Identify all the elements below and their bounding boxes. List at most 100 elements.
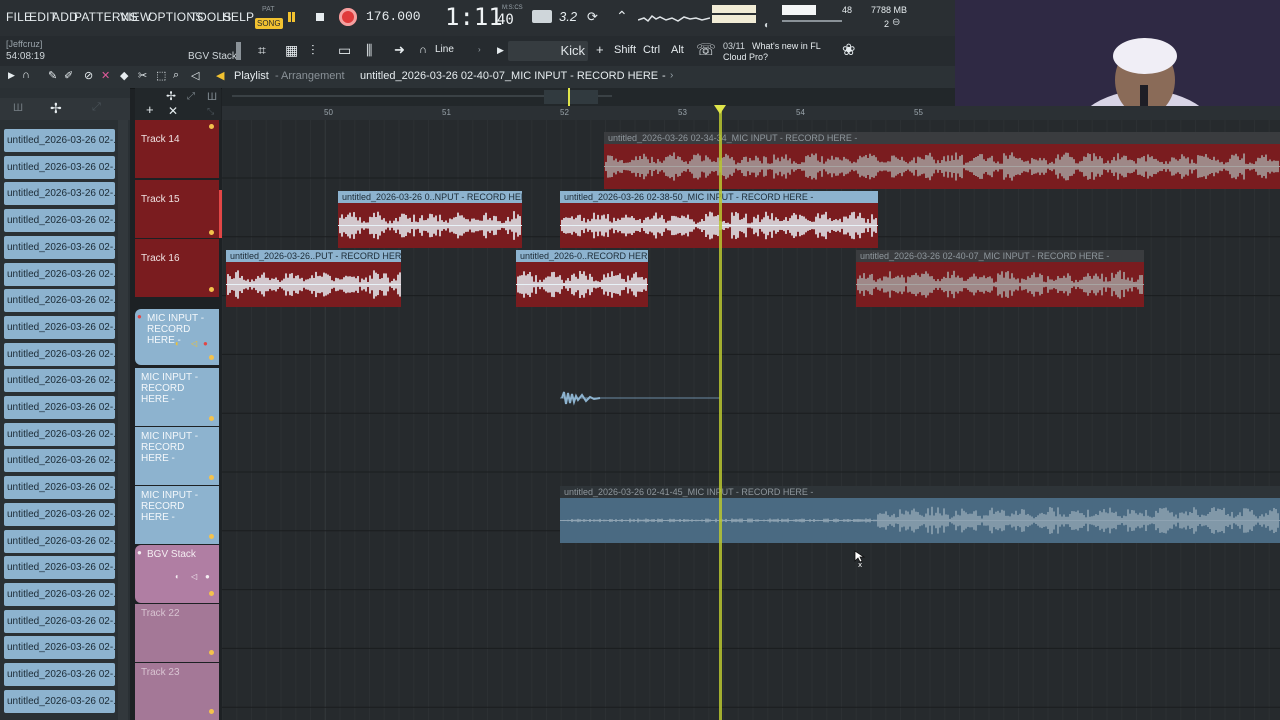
snap-value[interactable]: 3.2: [559, 9, 577, 24]
playlist-grid[interactable]: untitled_2026-03-26 02-34-34_MIC INPUT -…: [222, 120, 1280, 720]
delete-tool-icon[interactable]: ⊘: [84, 69, 93, 82]
overview-window[interactable]: [544, 90, 598, 104]
slice-tool-icon[interactable]: ✂: [138, 69, 147, 82]
browser-item[interactable]: untitled_2026-03-26 02-...: [4, 209, 115, 233]
audio-clip[interactable]: untitled_2026-03-26 02-40-07_MIC INPUT -…: [856, 250, 1144, 307]
current-clip-name[interactable]: untitled_2026-03-26 02-40-07_MIC INPUT -…: [360, 70, 658, 82]
browser-link-icon[interactable]: ⤢: [92, 101, 101, 114]
browser-item[interactable]: untitled_2026-03-26 02-...: [4, 396, 115, 419]
browser-item[interactable]: untitled_2026-03-26 02-...: [4, 422, 115, 446]
track-header[interactable]: Track 16: [135, 239, 219, 297]
browser-grid-icon[interactable]: Ш: [13, 102, 23, 114]
audio-clip[interactable]: untitled_2026-03-26 02-41-45_MIC INPUT -…: [560, 486, 1280, 543]
audio-clip[interactable]: untitled_2026-03-26 0..NPUT - RECORD HER…: [338, 191, 522, 248]
browser-item[interactable]: untitled_2026-03-26 02-...: [4, 155, 115, 179]
mixer-icon[interactable]: ⫼: [366, 42, 372, 59]
news-icon[interactable]: ☏: [696, 40, 716, 60]
track-header[interactable]: ● BGV Stack ◐ ◁ ●: [135, 545, 219, 603]
browser-item[interactable]: untitled_2026-03-26 02-...: [4, 529, 115, 553]
browser-item[interactable]: untitled_2026-03-26 02-...: [4, 262, 115, 286]
browser-item[interactable]: untitled_2026-03-26 02-...: [4, 582, 115, 606]
mute-tool-icon[interactable]: ✕: [101, 69, 110, 82]
browser-item[interactable]: untitled_2026-03-26 02-...: [4, 663, 115, 686]
news-title[interactable]: What's new in FL: [752, 41, 821, 51]
news-subtitle[interactable]: Cloud Pro?: [723, 52, 768, 62]
stop-icon[interactable]: [316, 13, 324, 21]
metronome-icon[interactable]: ⌃: [616, 8, 628, 25]
shift-key[interactable]: Shift: [614, 44, 636, 56]
browser-item[interactable]: untitled_2026-03-26 02-...: [4, 636, 115, 660]
grid-icon[interactable]: Ш: [207, 91, 217, 103]
clip-chevron-icon[interactable]: ›: [670, 70, 673, 81]
menu-help[interactable]: HELP: [222, 10, 254, 24]
mute-icon[interactable]: ◐: [175, 339, 180, 348]
mute-icon[interactable]: ◐: [175, 572, 180, 581]
browser-item[interactable]: untitled_2026-03-26 02-...: [4, 369, 115, 393]
track-header[interactable]: Track 14: [135, 120, 219, 185]
detach-icon[interactable]: ⤡: [207, 106, 214, 117]
track-led[interactable]: [209, 709, 214, 714]
record-arm-icon[interactable]: ●: [137, 312, 142, 321]
tool-arrange-icon[interactable]: ⌗: [258, 42, 266, 59]
track-led[interactable]: [209, 124, 214, 129]
browser-item[interactable]: untitled_2026-03-26 02-...: [4, 235, 115, 259]
snap-mode[interactable]: Line: [435, 44, 454, 55]
volume-knob-icon[interactable]: ◐: [764, 20, 770, 31]
solo-icon[interactable]: ◁: [191, 339, 197, 348]
close-icon[interactable]: ✕: [168, 104, 178, 118]
pause-icon[interactable]: [288, 12, 291, 22]
play-icon[interactable]: ▶: [8, 70, 15, 81]
playback-tool-icon[interactable]: ◁: [191, 69, 199, 82]
group-icon[interactable]: ●: [137, 548, 142, 557]
track-header[interactable]: Track 23: [135, 663, 219, 720]
timeline-ruler[interactable]: 50 51 52 53 54 55: [222, 106, 1280, 121]
rec-led-icon[interactable]: ●: [205, 572, 210, 581]
track-led[interactable]: [209, 534, 214, 539]
move-icon[interactable]: ✢: [166, 89, 176, 103]
browser-item[interactable]: untitled_2026-03-26 02-...: [4, 449, 115, 473]
browser-item[interactable]: untitled_2026-03-26 02-...: [4, 129, 115, 152]
track-header[interactable]: Track 15: [135, 180, 225, 238]
track-led[interactable]: [209, 475, 214, 480]
track-led[interactable]: [209, 650, 214, 655]
keyboard-icon[interactable]: [532, 10, 552, 23]
browser-item[interactable]: untitled_2026-03-26 02-...: [4, 182, 115, 206]
add-track-icon[interactable]: +: [146, 102, 154, 117]
browser-item[interactable]: untitled_2026-03-26 02-...: [4, 556, 115, 580]
browser-item[interactable]: untitled_2026-03-26 02-...: [4, 609, 115, 633]
rec-led-icon[interactable]: ●: [203, 339, 208, 348]
browser-item[interactable]: untitled_2026-03-26 02-...: [4, 289, 115, 313]
browser-item[interactable]: untitled_2026-03-26 02-...: [4, 502, 115, 526]
track-header[interactable]: MIC INPUT - RECORD HERE -: [135, 486, 219, 544]
track-led[interactable]: [209, 591, 214, 596]
song-overview[interactable]: [222, 88, 955, 106]
solo-icon[interactable]: ◁: [191, 572, 197, 581]
select-tool-icon[interactable]: ⬚: [156, 69, 166, 82]
play-channel-icon[interactable]: ▶: [497, 45, 504, 56]
track-header[interactable]: ● MIC INPUT - RECORD HERE - ◐ ◁ ●: [135, 309, 219, 365]
track-header[interactable]: MIC INPUT - RECORD HERE -: [135, 427, 219, 485]
alt-key[interactable]: Alt: [671, 44, 684, 56]
link-icon[interactable]: ⤢: [187, 91, 195, 102]
playhead-line[interactable]: [719, 106, 722, 720]
menu-view[interactable]: VIEW: [120, 10, 151, 24]
channel-rack-icon[interactable]: ▭: [338, 42, 351, 59]
piano-roll-icon[interactable]: ⫶: [311, 42, 315, 59]
hint-slider[interactable]: [236, 42, 241, 60]
paint-tool-icon[interactable]: ✐: [64, 69, 73, 82]
playlist-icon[interactable]: ▦: [285, 42, 298, 59]
audio-clip[interactable]: untitled_2026-03-26 02-34-34_MIC INPUT -…: [604, 132, 1280, 189]
channel-selector[interactable]: Kick: [508, 41, 588, 61]
browser-snap-icon[interactable]: ✢: [50, 100, 62, 117]
add-channel-icon[interactable]: +: [596, 42, 604, 57]
slip-tool-icon[interactable]: ◆: [120, 69, 128, 82]
arrow-right-icon[interactable]: ➜: [394, 42, 405, 58]
track-led[interactable]: [209, 416, 214, 421]
browser-item[interactable]: untitled_2026-03-26 02-...: [4, 689, 115, 713]
online-icon[interactable]: ⊖: [892, 17, 900, 28]
pat-song-switch[interactable]: PAT SONG: [255, 5, 283, 31]
audio-clip[interactable]: untitled_2026-03-26..PUT - RECORD HERE -: [226, 250, 401, 307]
magnet-tool-icon[interactable]: ∩: [22, 69, 30, 81]
browser-item[interactable]: untitled_2026-03-26 02-...: [4, 342, 115, 366]
track-header[interactable]: Track 22: [135, 604, 219, 662]
